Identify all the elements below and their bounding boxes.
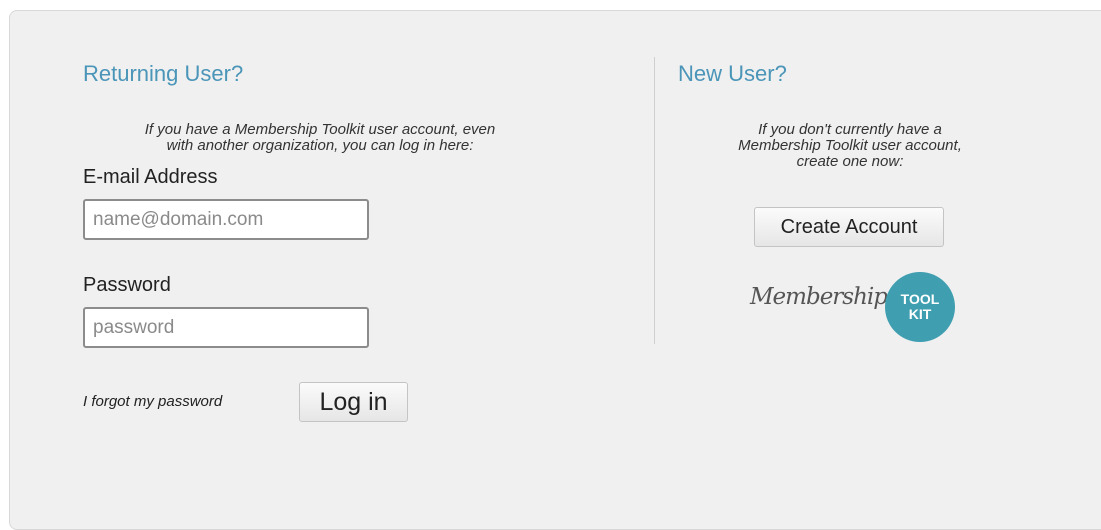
logo-badge-line-1: TOOL (900, 291, 940, 307)
logo-badge: TOOL KIT (885, 272, 955, 342)
forgot-password-link[interactable]: I forgot my password (83, 393, 222, 410)
returning-user-intro: If you have a Membership Toolkit user ac… (80, 122, 560, 154)
password-label: Password (83, 274, 171, 296)
logo-badge-line-2: KIT (908, 306, 932, 322)
email-label: E-mail Address (83, 166, 218, 188)
logo-script-text: Membership (750, 284, 888, 310)
new-user-heading: New User? (678, 61, 787, 86)
membership-toolkit-logo: Membership TOOL KIT (748, 270, 958, 342)
new-intro-line-2: Membership Toolkit user account, (738, 137, 962, 154)
returning-intro-line-2: with another organization, you can log i… (166, 137, 474, 154)
new-intro-line-1: If you don't currently have a (758, 121, 942, 138)
returning-intro-line-1: If you have a Membership Toolkit user ac… (144, 121, 496, 138)
section-divider (654, 57, 655, 344)
returning-user-heading: Returning User? (83, 61, 244, 86)
new-user-intro: If you don't currently have a Membership… (690, 122, 1010, 170)
create-account-button[interactable]: Create Account (754, 207, 944, 247)
password-field[interactable] (83, 307, 369, 348)
new-intro-line-3: create one now: (796, 153, 904, 170)
login-button[interactable]: Log in (299, 382, 408, 422)
email-field[interactable] (83, 199, 369, 240)
